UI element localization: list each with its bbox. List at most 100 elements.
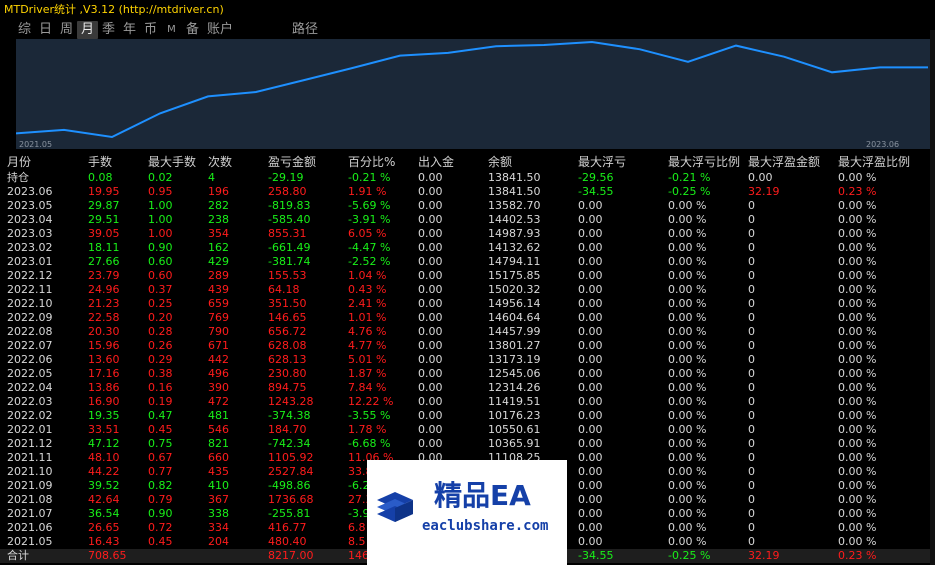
table-cell: 6.8: [348, 521, 366, 534]
period-tabs: 综日周月季年币 M 备账户 路径: [14, 21, 325, 39]
table-cell: 0.00 %: [668, 367, 707, 380]
table-cell: 0.00 %: [668, 465, 707, 478]
table-cell: 0.00 %: [668, 311, 707, 324]
table-cell: 0.00: [418, 213, 443, 226]
table-cell: 416.77: [268, 521, 307, 534]
table-cell: 0: [748, 269, 755, 282]
watermark-subtitle: eaclubshare.com: [422, 518, 549, 534]
table-row: 2022.08 20.30 0.28 790 656.72 4.76 % 0.00 14457…: [0, 325, 935, 339]
table-cell: 2022.06: [7, 353, 53, 366]
table-cell: 0.20: [148, 311, 173, 324]
table-cell: 0: [748, 381, 755, 394]
table-cell: 8.5: [348, 535, 366, 548]
table-cell: 442: [208, 353, 229, 366]
table-cell: 0: [748, 213, 755, 226]
table-cell: 155.53: [268, 269, 307, 282]
table-cell: 39.05: [88, 227, 120, 240]
tab-9[interactable]: 账户: [203, 21, 237, 39]
column-header[interactable]: 余额: [488, 154, 512, 170]
tab-1[interactable]: 日: [35, 21, 56, 39]
table-cell: 435: [208, 465, 229, 478]
table-cell: 0.00: [578, 297, 603, 310]
table-cell: 1.00: [148, 199, 173, 212]
table-cell: 13841.50: [488, 185, 541, 198]
column-header[interactable]: 最大浮盈比例: [838, 154, 910, 170]
table-cell: 0.00: [418, 437, 443, 450]
table-cell: 0.02: [148, 171, 173, 184]
stacked-layers-icon: [377, 492, 413, 522]
column-header[interactable]: 最大浮亏: [578, 154, 626, 170]
table-cell: 2021.12: [7, 437, 53, 450]
table-cell: 2023.05: [7, 199, 53, 212]
tab-5[interactable]: 年: [119, 21, 140, 39]
column-header[interactable]: 次数: [208, 154, 232, 170]
table-cell: 10365.91: [488, 437, 541, 450]
table-cell: 671: [208, 339, 229, 352]
column-header[interactable]: 最大浮盈金额: [748, 154, 820, 170]
table-cell: 0.45: [148, 535, 173, 548]
table-cell: 1105.92: [268, 451, 314, 464]
table-cell: 1.00: [148, 213, 173, 226]
table-cell: 18.11: [88, 241, 120, 254]
table-cell: 0.67: [148, 451, 173, 464]
table-cell: 334: [208, 521, 229, 534]
table-cell: 0.00 %: [838, 339, 877, 352]
table-cell: 0: [748, 465, 755, 478]
table-row: 2021.12 47.12 0.75 821 -742.34 -6.68 % 0.00 103…: [0, 437, 935, 451]
table-cell: 0.00 %: [838, 381, 877, 394]
table-cell: 0.00: [748, 171, 773, 184]
tab-8[interactable]: 备: [182, 21, 203, 39]
tab-7[interactable]: M: [161, 21, 182, 39]
table-cell: 33.51: [88, 423, 120, 436]
tab-6[interactable]: 币: [140, 21, 161, 39]
table-cell: 0.23 %: [838, 185, 877, 198]
table-cell: 0: [748, 493, 755, 506]
table-cell: 2023.06: [7, 185, 53, 198]
tab-0[interactable]: 综: [14, 21, 35, 39]
table-cell: 0.47: [148, 409, 173, 422]
table-cell: 0.00: [578, 423, 603, 436]
table-cell: 0.00: [578, 465, 603, 478]
table-cell: 628.08: [268, 339, 307, 352]
table-row: 2022.03 16.90 0.19 472 1243.28 12.22 % 0.00 114…: [0, 395, 935, 409]
tab-4[interactable]: 季: [98, 21, 119, 39]
table-cell: 0: [748, 297, 755, 310]
table-cell: -34.55: [578, 185, 614, 198]
table-cell: 0.00 %: [668, 395, 707, 408]
table-cell: 2022.02: [7, 409, 53, 422]
table-cell: 0.00: [578, 395, 603, 408]
table-cell: 0.00 %: [838, 325, 877, 338]
table-cell: 0.00 %: [668, 423, 707, 436]
tab-2[interactable]: 周: [56, 21, 77, 39]
table-cell: -374.38: [268, 409, 311, 422]
table-cell: -0.25 %: [668, 549, 711, 562]
table-cell: 1.87 %: [348, 367, 387, 380]
table-cell: 22.58: [88, 311, 120, 324]
table-cell: 7.84 %: [348, 381, 387, 394]
table-cell: 1.00: [148, 227, 173, 240]
table-cell: 0: [748, 367, 755, 380]
table-cell: 162: [208, 241, 229, 254]
column-header[interactable]: 盈亏金额: [268, 154, 316, 170]
table-cell: 0.00 %: [838, 535, 877, 548]
column-header[interactable]: 月份: [7, 154, 31, 170]
table-cell: 0.00 %: [668, 255, 707, 268]
table-cell: 0.00 %: [838, 395, 877, 408]
column-header[interactable]: 手数: [88, 154, 112, 170]
column-header[interactable]: 出入金: [418, 154, 454, 170]
table-header: 月份 手数 最大手数 次数 盈亏金额 百分比% 出入金 余额 最大浮亏 最大浮亏比例 最大浮盈金额 最…: [0, 154, 935, 171]
table-cell: 24.96: [88, 283, 120, 296]
table-cell: 0.00: [578, 339, 603, 352]
table-cell: 0.79: [148, 493, 173, 506]
column-header[interactable]: 最大手数: [148, 154, 196, 170]
table-cell: 14794.11: [488, 255, 541, 268]
table-cell: 0.00 %: [838, 423, 877, 436]
table-cell: 0.00 %: [668, 437, 707, 450]
tab-10[interactable]: 路径: [285, 21, 325, 39]
tab-3[interactable]: 月: [77, 21, 98, 39]
table-cell: 656.72: [268, 325, 307, 338]
vertical-scrollbar[interactable]: [930, 30, 935, 565]
table-cell: 14956.14: [488, 297, 541, 310]
column-header[interactable]: 百分比%: [348, 154, 395, 170]
column-header[interactable]: 最大浮亏比例: [668, 154, 740, 170]
